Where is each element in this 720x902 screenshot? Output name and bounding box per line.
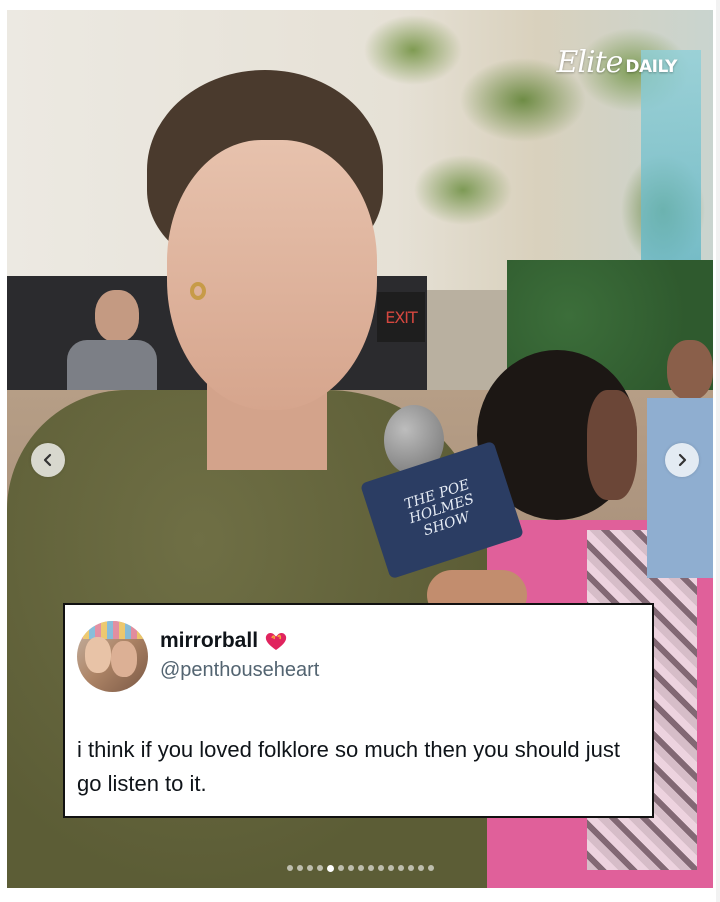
logo-block: DAILY (625, 57, 677, 77)
carousel-prev-button[interactable] (31, 443, 65, 477)
earring (190, 282, 206, 300)
background-window (641, 50, 701, 270)
carousel-dot[interactable] (387, 865, 394, 871)
burning-heart-icon (265, 632, 287, 650)
elite-daily-logo: Elite DAILY (557, 45, 678, 80)
tweet-text: i think if you loved folklore so much th… (77, 737, 620, 796)
carousel-dot[interactable] (296, 865, 303, 871)
carousel-dot[interactable] (306, 865, 313, 871)
avatar[interactable] (77, 621, 148, 692)
carousel-dot[interactable] (427, 865, 434, 871)
carousel-dot-active[interactable] (326, 864, 334, 872)
carousel-dots (7, 864, 713, 872)
carousel-dot[interactable] (397, 865, 404, 871)
carousel-dot[interactable] (286, 865, 293, 871)
carousel-dot[interactable] (407, 865, 414, 871)
carousel-next-button[interactable] (665, 443, 699, 477)
carousel-dot[interactable] (367, 865, 374, 871)
chevron-right-icon (678, 453, 687, 467)
mic-flag: THE POE HOLMES SHOW (359, 440, 525, 580)
carousel-dot[interactable] (417, 865, 424, 871)
display-name[interactable]: mirrorball (160, 629, 258, 653)
carousel-dot[interactable] (357, 865, 364, 871)
chevron-left-icon (43, 453, 52, 467)
user-handle[interactable]: @penthouseheart (160, 659, 319, 682)
carousel-dot[interactable] (377, 865, 384, 871)
carousel-dot[interactable] (347, 865, 354, 871)
carousel-dot[interactable] (337, 865, 344, 871)
tweet-card: mirrorball @penthouseheart i think if yo… (63, 603, 654, 818)
tweet-author: mirrorball (160, 629, 288, 653)
logo-script: Elite (556, 45, 624, 80)
carousel-dot[interactable] (316, 865, 323, 871)
page-edge (716, 0, 720, 902)
microphone: THE POE HOLMES SHOW (359, 405, 525, 605)
